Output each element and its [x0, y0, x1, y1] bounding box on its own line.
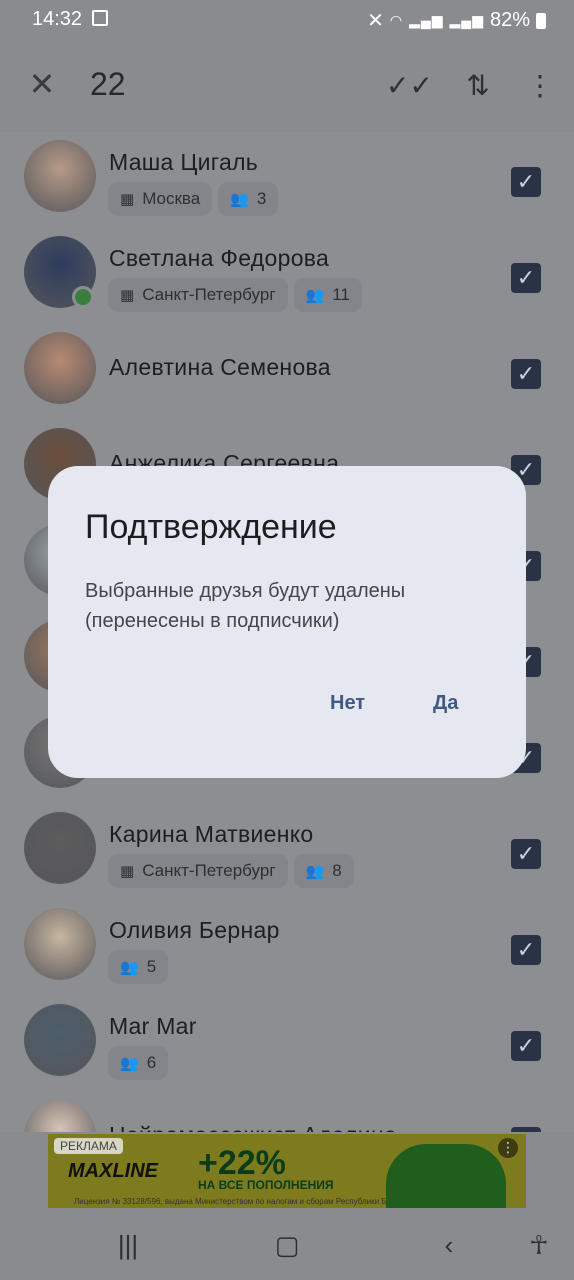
more-vert-icon[interactable]: ⋮: [520, 66, 560, 106]
city-label: Москва: [142, 189, 201, 208]
mutual-friends-chip: 👥 8: [293, 854, 354, 888]
select-checkbox[interactable]: ✓: [511, 935, 541, 965]
mutual-friends-chip: 👥 5: [108, 950, 169, 984]
friend-name: Светлана Федорова: [109, 245, 330, 271]
city-label: Санкт-Петербург: [142, 861, 276, 880]
ad-tag: РЕКЛАМА: [54, 1138, 123, 1154]
status-bar: 14:32 ✕ ◠ ▂▄▆ ▂▄▆ 82%: [0, 0, 574, 40]
friend-row[interactable]: Нейромассажист Аделина ✓: [0, 1100, 574, 1132]
select-checkbox[interactable]: ✓: [511, 263, 541, 293]
mutual-count: 11: [332, 285, 350, 304]
selection-toolbar: ✕ 22 ✓✓ ⇅ ⋮: [0, 40, 574, 132]
status-right: ✕ ◠ ▂▄▆ ▂▄▆ 82%: [367, 8, 546, 33]
friend-row[interactable]: Алевтина Семенова ✓: [0, 332, 574, 428]
selected-count: 22: [90, 66, 126, 102]
friend-row[interactable]: Mar Mar 👥 6 ✓: [0, 1004, 574, 1100]
select-checkbox[interactable]: ✓: [511, 359, 541, 389]
people-icon: 👥: [120, 959, 139, 976]
mutual-friends-chip: 👥 11: [293, 278, 362, 312]
city-chip: ▦ Санкт-Петербург: [108, 854, 288, 888]
friend-chips: 👥 5: [108, 950, 169, 984]
signal-icon: ▂▄▆: [409, 12, 444, 28]
friend-chips: ▦ Санкт-Петербург 👥 8: [108, 854, 354, 888]
friend-row[interactable]: Оливия Бернар 👥 5 ✓: [0, 908, 574, 1004]
avatar[interactable]: [24, 812, 96, 884]
mutual-count: 3: [256, 189, 267, 208]
confirm-dialog: Подтверждение Выбранные друзья будут уда…: [48, 466, 526, 778]
ad-promo-sub: НА ВСЕ ПОПОЛНЕНИЯ: [198, 1178, 334, 1192]
no-button[interactable]: Нет: [330, 692, 365, 722]
people-icon: 👥: [305, 863, 325, 880]
friend-name: Маша Цигаль: [109, 149, 259, 175]
friend-name: Карина Матвиенко: [109, 821, 314, 847]
ad-legal: Лицензия № 33128/596, выдана Министерств…: [74, 1197, 394, 1206]
avatar[interactable]: [24, 908, 96, 980]
wifi-icon: ◠: [389, 12, 404, 28]
friend-row[interactable]: Маша Цигаль ▦ Москва 👥 3 ✓: [0, 140, 574, 236]
city-label: Санкт-Петербург: [142, 285, 276, 304]
ad-brand: MAXLINE: [68, 1160, 158, 1182]
friend-row[interactable]: Светлана Федорова ▦ Санкт-Петербург 👥 11 ✓: [0, 236, 574, 332]
select-checkbox[interactable]: ✓: [511, 1031, 541, 1061]
building-icon: ▦: [120, 287, 135, 304]
mute-icon: ✕: [367, 10, 384, 32]
sort-icon[interactable]: ⇅: [458, 66, 498, 106]
building-icon: ▦: [120, 191, 135, 208]
people-icon: 👥: [305, 287, 325, 304]
select-checkbox[interactable]: ✓: [511, 839, 541, 869]
dialog-message: Выбранные друзья будут удалены (перенесе…: [85, 580, 406, 632]
friend-name: Оливия Бернар: [109, 917, 280, 943]
avatar[interactable]: [24, 1100, 96, 1132]
system-navbar: ||| ▢ ‹ ☥: [0, 1212, 574, 1280]
select-checkbox[interactable]: ✓: [511, 1127, 541, 1132]
yes-button[interactable]: Да: [433, 692, 458, 722]
friend-chips: ▦ Санкт-Петербург 👥 11: [108, 278, 362, 312]
signal-icon-2: ▂▄▆: [449, 12, 484, 28]
friend-name: Алевтина Семенова: [109, 354, 331, 380]
city-chip: ▦ Москва: [108, 182, 213, 216]
friend-row[interactable]: Карина Матвиенко ▦ Санкт-Петербург 👥 8 ✓: [0, 812, 574, 908]
friend-name: Mar Mar: [109, 1013, 197, 1039]
double-check-icon[interactable]: ✓✓: [386, 66, 433, 106]
status-time: 14:32: [32, 8, 83, 30]
online-mobile-badge: [72, 286, 94, 308]
close-icon[interactable]: ✕: [24, 66, 60, 102]
back-icon[interactable]: ‹: [432, 1228, 466, 1262]
avatar[interactable]: [24, 1004, 96, 1076]
home-icon[interactable]: ▢: [270, 1228, 304, 1262]
friend-chips: ▦ Москва 👥 3: [108, 182, 279, 216]
battery-icon: [536, 12, 546, 29]
dialog-title: Подтверждение: [85, 508, 337, 546]
city-chip: ▦ Санкт-Петербург: [108, 278, 288, 312]
mutual-friends-chip: 👥 3: [218, 182, 279, 216]
people-icon: 👥: [120, 1055, 139, 1072]
building-icon: ▦: [120, 863, 135, 880]
accessibility-icon[interactable]: ☥: [522, 1228, 556, 1262]
select-checkbox[interactable]: ✓: [511, 167, 541, 197]
ad-more-icon[interactable]: ⋮: [498, 1138, 518, 1158]
mutual-count: 8: [332, 861, 342, 880]
mutual-count: 5: [146, 957, 157, 976]
battery-percent: 82%: [489, 9, 530, 31]
friend-name: Нейромассажист Аделина: [109, 1122, 397, 1132]
avatar[interactable]: [24, 140, 96, 212]
avatar[interactable]: [24, 332, 96, 404]
recents-icon[interactable]: |||: [108, 1228, 148, 1262]
image-icon: [92, 10, 108, 26]
people-icon: 👥: [230, 191, 249, 208]
ad-banner[interactable]: РЕКЛАМА MAXLINE +22% НА ВСЕ ПОПОЛНЕНИЯ Л…: [48, 1134, 526, 1208]
parrot-image: [386, 1144, 506, 1208]
mutual-friends-chip: 👥 6: [108, 1046, 169, 1080]
mutual-count: 6: [146, 1053, 157, 1072]
friend-chips: 👥 6: [108, 1046, 169, 1080]
